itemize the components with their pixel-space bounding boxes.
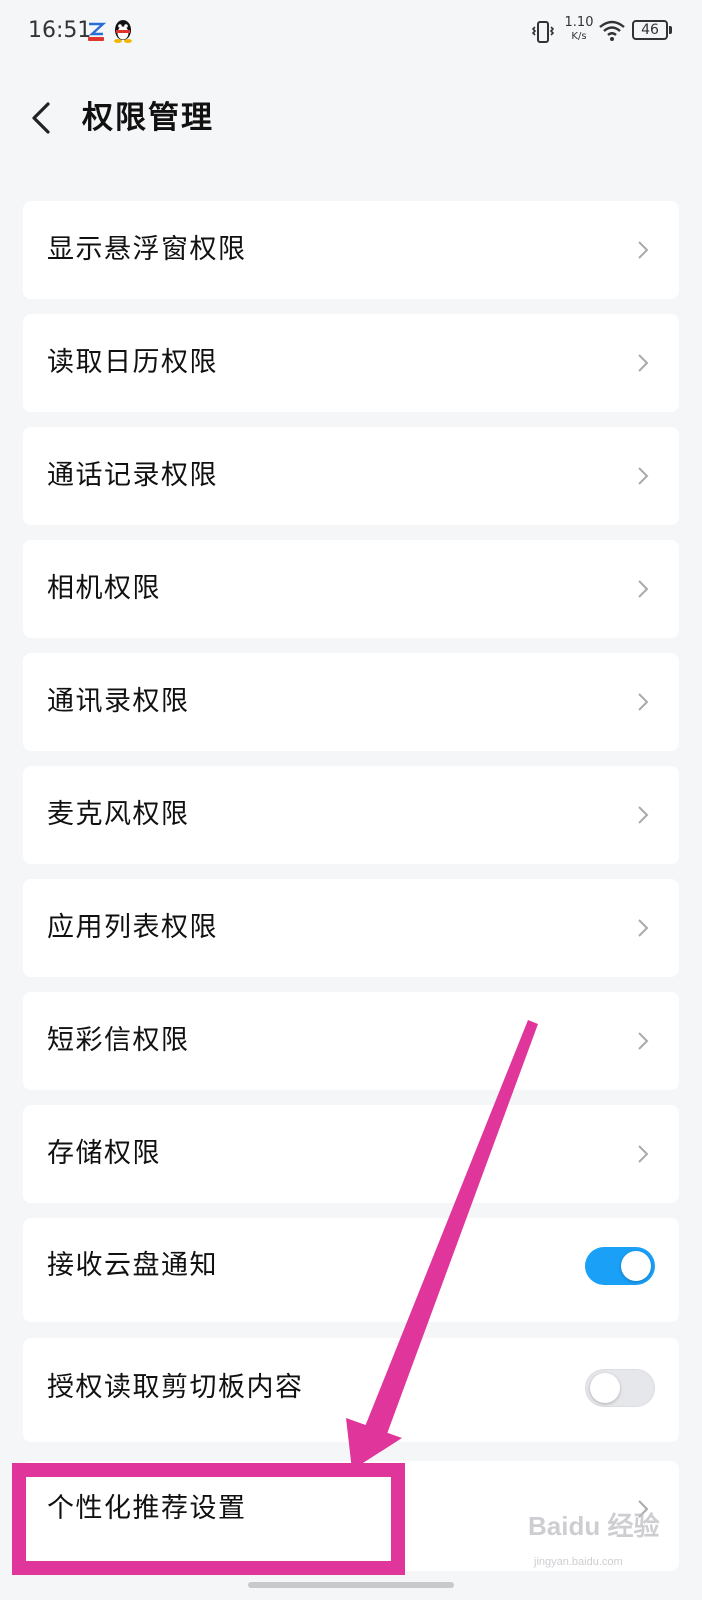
chevron-right-icon bbox=[638, 467, 649, 485]
row-calendar[interactable]: 读取日历权限 bbox=[23, 314, 679, 412]
row-cloud-notify: 接收云盘通知 bbox=[23, 1218, 679, 1322]
row-floating-window[interactable]: 显示悬浮窗权限 bbox=[23, 201, 679, 299]
chevron-right-icon bbox=[638, 1500, 649, 1518]
row-label: 个性化推荐设置 bbox=[47, 1493, 247, 1524]
wifi-icon bbox=[599, 20, 625, 41]
chevron-right-icon bbox=[638, 1032, 649, 1050]
row-label: 相机权限 bbox=[47, 573, 161, 604]
row-label: 显示悬浮窗权限 bbox=[47, 234, 247, 265]
row-camera[interactable]: 相机权限 bbox=[23, 540, 679, 638]
row-label: 通讯录权限 bbox=[47, 686, 190, 717]
status-time: 16:51 bbox=[28, 18, 92, 43]
row-label: 麦克风权限 bbox=[47, 799, 190, 830]
chevron-right-icon bbox=[638, 354, 649, 372]
chevron-right-icon bbox=[638, 919, 649, 937]
row-label: 短彩信权限 bbox=[47, 1025, 190, 1056]
clipboard-toggle[interactable] bbox=[585, 1369, 655, 1407]
page-title: 权限管理 bbox=[82, 100, 214, 136]
row-clipboard: 授权读取剪切板内容 bbox=[23, 1338, 679, 1442]
home-indicator[interactable] bbox=[248, 1582, 454, 1588]
row-microphone[interactable]: 麦克风权限 bbox=[23, 766, 679, 864]
cloud-notify-toggle[interactable] bbox=[585, 1247, 655, 1285]
chevron-right-icon bbox=[638, 580, 649, 598]
cloud-app-icon bbox=[88, 22, 106, 41]
row-storage[interactable]: 存储权限 bbox=[23, 1105, 679, 1203]
qq-penguin-icon bbox=[114, 20, 132, 43]
row-sms[interactable]: 短彩信权限 bbox=[23, 992, 679, 1090]
chevron-left-icon[interactable] bbox=[28, 96, 58, 140]
net-speed-value: 1.10 bbox=[564, 15, 594, 30]
row-label: 授权读取剪切板内容 bbox=[47, 1372, 304, 1403]
row-label: 读取日历权限 bbox=[47, 347, 218, 378]
row-label: 通话记录权限 bbox=[47, 460, 218, 491]
row-label: 接收云盘通知 bbox=[47, 1250, 218, 1281]
row-label: 存储权限 bbox=[47, 1138, 161, 1169]
chevron-right-icon bbox=[638, 1145, 649, 1163]
row-contacts[interactable]: 通讯录权限 bbox=[23, 653, 679, 751]
row-personalized-recommendation[interactable]: 个性化推荐设置 bbox=[23, 1461, 679, 1571]
chevron-right-icon bbox=[638, 806, 649, 824]
battery-level: 46 bbox=[632, 20, 668, 40]
header: 权限管理 bbox=[0, 88, 702, 150]
row-label: 应用列表权限 bbox=[47, 912, 218, 943]
status-bar: 16:51 1.10 K/s 46 bbox=[0, 0, 702, 64]
net-speed: 1.10 K/s bbox=[562, 16, 596, 44]
row-call-log[interactable]: 通话记录权限 bbox=[23, 427, 679, 525]
row-app-list[interactable]: 应用列表权限 bbox=[23, 879, 679, 977]
net-speed-unit: K/s bbox=[571, 31, 587, 42]
vibrate-icon bbox=[532, 21, 554, 43]
chevron-right-icon bbox=[638, 693, 649, 711]
chevron-right-icon bbox=[638, 241, 649, 259]
battery-icon: 46 bbox=[632, 20, 674, 42]
